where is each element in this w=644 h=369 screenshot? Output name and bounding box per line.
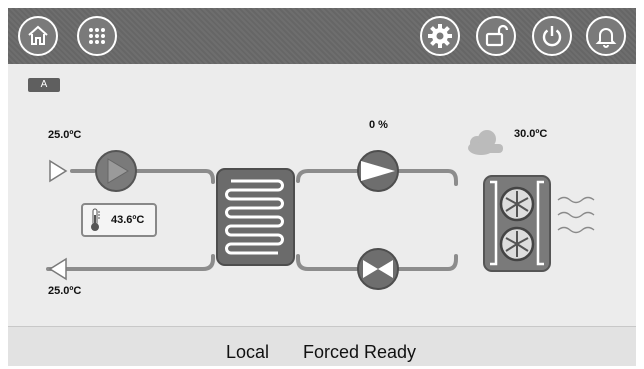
home-button[interactable] — [18, 16, 58, 56]
menu-button[interactable] — [77, 16, 117, 56]
app-frame: A 25.0ºC 25.0ºC 0 % 30.0ºC 43.6ºC Local … — [8, 8, 636, 366]
alarms-button[interactable] — [586, 16, 626, 56]
inlet-arrow-icon — [49, 159, 68, 183]
power-icon — [542, 26, 562, 47]
water-temp-value: 43.6ºC — [111, 214, 145, 226]
unlock-button[interactable] — [476, 16, 516, 56]
settings-button[interactable] — [420, 16, 460, 56]
unlock-icon — [485, 24, 508, 47]
water-pump-icon — [95, 150, 137, 192]
hydraulic-diagram — [46, 130, 595, 290]
compressor-icon — [357, 150, 399, 192]
expansion-valve-icon — [357, 248, 399, 290]
top-toolbar — [8, 8, 636, 64]
outdoor-temp: 30.0ºC — [514, 128, 548, 140]
water-temp-box[interactable]: 43.6ºC — [81, 203, 157, 237]
control-mode-label: Local — [226, 342, 270, 362]
cloud-icon — [468, 130, 503, 155]
gear-icon — [428, 24, 452, 48]
unit-state-label: Forced Ready — [303, 342, 417, 362]
menu-grid-icon — [89, 28, 105, 44]
power-button[interactable] — [532, 16, 572, 56]
home-icon — [28, 25, 48, 45]
compressor-percent: 0 % — [369, 119, 388, 131]
heat-exchanger-icon — [216, 168, 295, 266]
airflow-icon — [557, 196, 595, 234]
bell-icon — [595, 28, 617, 48]
inlet-temp: 25.0ºC — [48, 129, 82, 141]
outlet-temp: 25.0ºC — [48, 285, 82, 297]
condenser-fan-icon — [483, 175, 551, 272]
outlet-arrow-icon — [48, 257, 67, 281]
thermometer-icon — [91, 208, 100, 231]
